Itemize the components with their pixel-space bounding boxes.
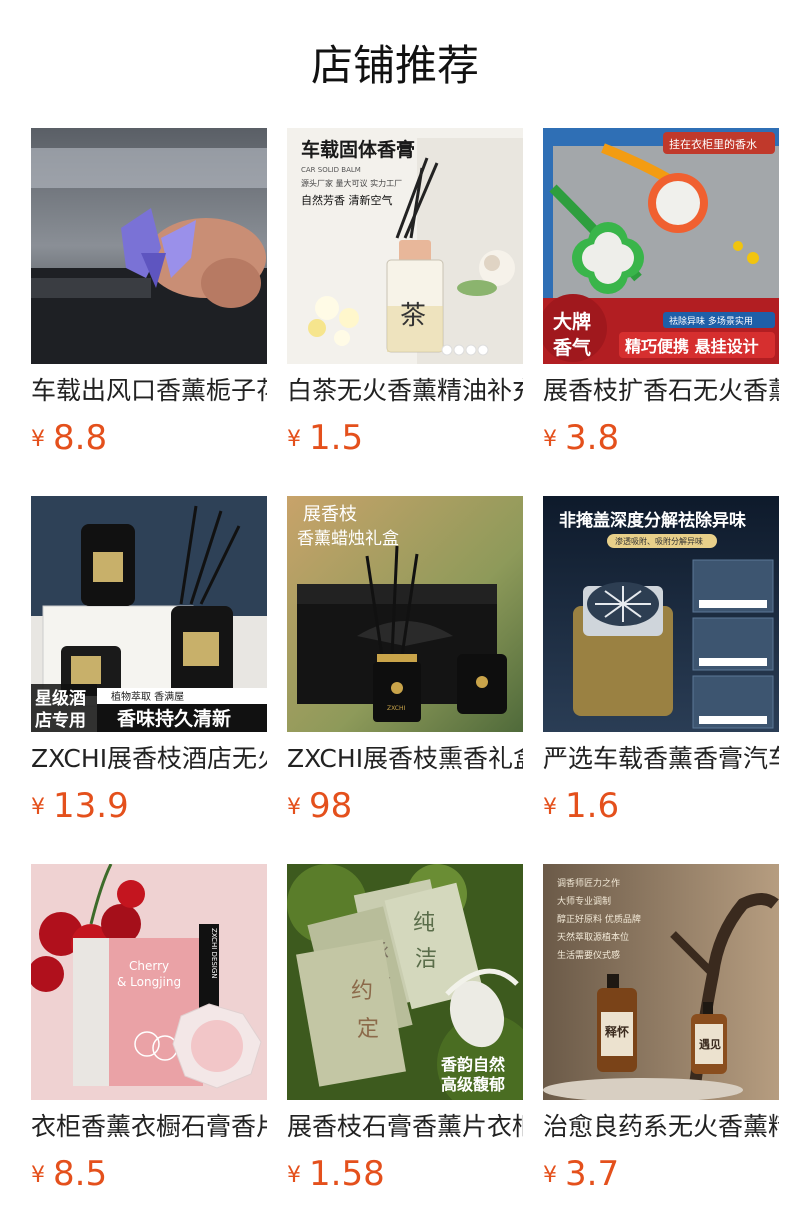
- product-name[interactable]: 展香枝扩香石无火香薰: [543, 374, 779, 408]
- product-image-car-air-freshener[interactable]: 非掩盖深度分解祛除异味 渗透吸附、吸附分解异味: [543, 496, 779, 732]
- product-name[interactable]: 严选车载香薰香膏汽车: [543, 742, 779, 776]
- currency-symbol: ¥: [287, 427, 301, 452]
- currency-symbol: ¥: [287, 1163, 301, 1188]
- product-card[interactable]: 非掩盖深度分解祛除异味 渗透吸附、吸附分解异味 严选车载香薰香膏汽车 ¥ 1.6: [543, 496, 779, 826]
- currency-symbol: ¥: [543, 1163, 557, 1188]
- product-price: ¥13.9: [31, 784, 129, 828]
- image-text: 祛除异味 多场景实用: [669, 315, 753, 327]
- product-price: ¥1.5: [287, 416, 363, 460]
- product-name[interactable]: 车载出风口香薰栀子花: [31, 374, 267, 408]
- product-image-butterfly-vent-clip[interactable]: [31, 128, 267, 364]
- price-amount: 3.7: [565, 1154, 620, 1194]
- image-text: CAR SOLID BALM: [301, 166, 361, 174]
- image-text: 星级酒: [35, 688, 86, 709]
- product-card[interactable]: Cherry & Longjing ZXCHI DESIGN 衣柜香薰衣橱石膏香…: [31, 864, 267, 1194]
- image-text: 生活需要仪式感: [557, 949, 620, 961]
- image-text: 店专用: [35, 710, 86, 731]
- currency-symbol: ¥: [31, 795, 45, 820]
- currency-symbol: ¥: [31, 427, 45, 452]
- image-text: 渗透吸附、吸附分解异味: [615, 536, 703, 546]
- image-text: 非掩盖深度分解祛除异味: [559, 510, 746, 531]
- product-image-gift-box[interactable]: 展香枝 香薰蜡烛礼盒 ZXCHI: [287, 496, 523, 732]
- store-recommendations-page: 店铺推荐 车载出风口香薰栀子花 ¥ 8.8 车载固体香膏 CAR SOLID B…: [0, 0, 790, 1232]
- product-price: ¥1.58: [287, 1152, 385, 1196]
- currency-symbol: ¥: [31, 1163, 45, 1188]
- image-text: & Longjing: [117, 975, 181, 989]
- product-card[interactable]: 纯 洁 承 诺 约 定 香韵自然 高级馥郁 展香枝石膏香薰片衣柜 ¥1.58: [287, 864, 523, 1194]
- product-name[interactable]: 治愈良药系无火香薰精油: [543, 1110, 779, 1144]
- image-text: 展香枝: [303, 504, 357, 525]
- image-text: 洁: [415, 947, 437, 972]
- product-name[interactable]: 展香枝石膏香薰片衣柜: [287, 1110, 523, 1144]
- product-card[interactable]: 车载固体香膏 CAR SOLID BALM 源头厂家 量大可议 实力工厂 自然芳…: [287, 128, 523, 458]
- image-text: 香味持久清新: [116, 707, 231, 730]
- product-image-cherry-wardrobe-tablet[interactable]: Cherry & Longjing ZXCHI DESIGN: [31, 864, 267, 1100]
- product-card[interactable]: 星级酒 店专用 植物萃取 香满屋 香味持久清新 ZXCHI展香枝酒店无火香薰 ¥…: [31, 496, 267, 826]
- price-amount: 1.58: [309, 1154, 385, 1194]
- section-title: 店铺推荐: [310, 41, 479, 90]
- currency-symbol: ¥: [287, 795, 301, 820]
- price-amount: 1.6: [565, 786, 620, 826]
- image-text: 大牌: [553, 310, 591, 333]
- price-amount: 3.8: [565, 418, 620, 458]
- price-amount: 98: [309, 786, 353, 826]
- image-text: ZXCHI: [387, 705, 405, 712]
- image-text: 纯: [413, 911, 435, 936]
- product-card[interactable]: 车载出风口香薰栀子花 ¥8.8: [31, 128, 267, 458]
- product-name[interactable]: ZXCHI展香枝酒店无火香薰: [31, 742, 267, 776]
- product-image-plaster-aroma-cards[interactable]: 纯 洁 承 诺 约 定 香韵自然 高级馥郁: [287, 864, 523, 1100]
- image-text: Cherry: [129, 959, 169, 973]
- image-text: 约: [351, 979, 373, 1004]
- price-amount: 8.8: [53, 418, 108, 458]
- image-text: 源头厂家 量大可议 实力工厂: [301, 178, 402, 188]
- image-text: 调香师匠力之作: [557, 877, 620, 889]
- image-text: 香气: [552, 336, 591, 359]
- product-image-essential-oil-bottles[interactable]: 调香师匠力之作 大师专业调制 醇正好原料 优质品牌 天然萃取源植本位 生活需要仪…: [543, 864, 779, 1100]
- product-name[interactable]: 衣柜香薰衣橱石膏香片: [31, 1110, 267, 1144]
- product-name[interactable]: 白茶无火香薰精油补充: [287, 374, 523, 408]
- product-price: ¥3.8: [543, 416, 619, 460]
- image-text: 精巧便携 悬挂设计: [625, 337, 759, 356]
- image-text: 遇见: [699, 1038, 721, 1051]
- price-amount: 13.9: [53, 786, 129, 826]
- product-image-hotel-diffuser[interactable]: 星级酒 店专用 植物萃取 香满屋 香味持久清新: [31, 496, 267, 732]
- price-amount: 8.5: [53, 1154, 108, 1194]
- image-text: 定: [357, 1017, 379, 1042]
- product-image-white-tea-diffuser[interactable]: 车载固体香膏 CAR SOLID BALM 源头厂家 量大可议 实力工厂 自然芳…: [287, 128, 523, 364]
- image-text: 醇正好原料 优质品牌: [557, 913, 641, 925]
- image-text: ZXCHI DESIGN: [210, 928, 218, 979]
- product-price: ¥8.5: [31, 1152, 107, 1196]
- product-name[interactable]: ZXCHI展香枝熏香礼盒: [287, 742, 523, 776]
- product-card[interactable]: 展香枝 香薰蜡烛礼盒 ZXCHI ZXCHI展香枝熏香礼盒 ¥ 98: [287, 496, 523, 826]
- product-price: ¥3.7: [543, 1152, 619, 1196]
- image-text: 释怀: [605, 1024, 629, 1039]
- image-text: 车载固体香膏: [301, 138, 415, 161]
- image-text: 植物萃取 香满屋: [111, 690, 184, 703]
- image-text: 香薰蜡烛礼盒: [297, 529, 399, 549]
- currency-symbol: ¥: [543, 427, 557, 452]
- image-text: 自然芳香 清新空气: [301, 193, 393, 207]
- product-price: ¥8.8: [31, 416, 107, 460]
- product-grid: 车载出风口香薰栀子花 ¥8.8 车载固体香膏 CAR SOLID BALM 源头…: [31, 128, 779, 1194]
- product-card[interactable]: 调香师匠力之作 大师专业调制 醇正好原料 优质品牌 天然萃取源植本位 生活需要仪…: [543, 864, 779, 1194]
- price-amount: 1.5: [309, 418, 364, 458]
- image-text: 香韵自然: [440, 1055, 505, 1074]
- currency-symbol: ¥: [543, 795, 557, 820]
- image-text: 大师专业调制: [557, 895, 611, 907]
- product-price: ¥98: [287, 784, 352, 828]
- product-image-aroma-stone-hanging[interactable]: 挂在衣柜里的香水 大牌 香气 祛除异味 多场景实用 精巧便携 悬挂设计: [543, 128, 779, 364]
- image-text: 茶: [400, 301, 426, 331]
- image-text: 挂在衣柜里的香水: [669, 137, 757, 151]
- product-card[interactable]: 挂在衣柜里的香水 大牌 香气 祛除异味 多场景实用 精巧便携 悬挂设计 展香枝扩…: [543, 128, 779, 458]
- product-price: ¥1.6: [543, 784, 619, 828]
- image-text: 天然萃取源植本位: [557, 931, 629, 943]
- image-text: 高级馥郁: [441, 1075, 505, 1094]
